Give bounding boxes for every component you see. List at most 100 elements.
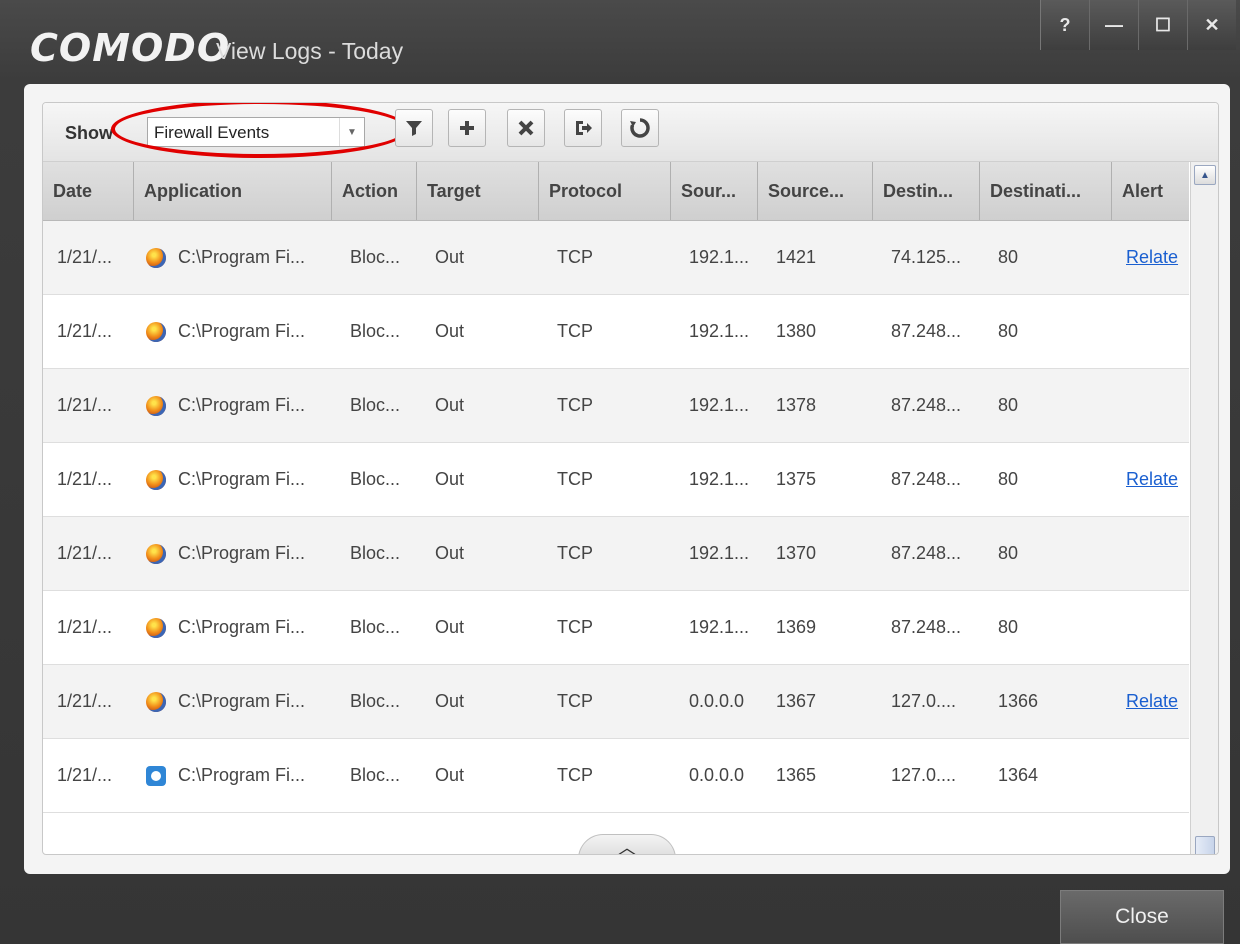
cell-source-ip: 192.1... <box>671 517 758 590</box>
cell-source-ip: 192.1... <box>671 295 758 368</box>
column-header-application[interactable]: Application <box>134 162 332 220</box>
cell-source-port: 1369 <box>758 591 873 664</box>
cell-source-port: 1378 <box>758 369 873 442</box>
cell-source-ip: 0.0.0.0 <box>671 739 758 812</box>
cell-destination-port: 80 <box>980 591 1112 664</box>
filter-button[interactable] <box>395 109 433 147</box>
cell-target: Out <box>417 443 539 516</box>
cell-target: Out <box>417 517 539 590</box>
cell-source-ip: 0.0.0.0 <box>671 665 758 738</box>
firefox-icon <box>146 321 166 342</box>
cell-source-port: 1370 <box>758 517 873 590</box>
cell-application: C:\Program Fi... <box>134 739 332 812</box>
cell-date-text: 1/21/... <box>57 765 113 785</box>
cell-source-ip-text: 192.1... <box>689 617 750 637</box>
cell-source-ip-text: 192.1... <box>689 469 750 489</box>
highlight-annotation <box>111 103 409 158</box>
cell-protocol: TCP <box>539 369 671 442</box>
refresh-button[interactable] <box>621 109 659 147</box>
cell-date: 1/21/... <box>43 295 134 368</box>
cell-source-ip: 192.1... <box>671 591 758 664</box>
cell-target: Out <box>417 665 539 738</box>
plus-icon <box>460 121 474 135</box>
cell-destination-ip: 87.248... <box>873 591 980 664</box>
cell-action-text: Bloc... <box>350 543 401 563</box>
column-header-destination-ip[interactable]: Destin... <box>873 162 980 220</box>
remove-button[interactable] <box>507 109 545 147</box>
column-header-target[interactable]: Target <box>417 162 539 220</box>
cell-destination-port: 80 <box>980 221 1112 294</box>
cell-application: C:\Program Fi... <box>134 221 332 294</box>
cell-destination-ip-text: 127.0.... <box>891 691 957 711</box>
table-row[interactable]: 1/21/... C:\Program Fi... Bloc... Out TCP 192… <box>43 443 1189 517</box>
column-header-action[interactable]: Action <box>332 162 417 220</box>
table-row[interactable]: 1/21/... C:\Program Fi... Bloc... Out TCP 192… <box>43 221 1189 295</box>
cell-alert <box>1112 295 1189 368</box>
related-alert-link[interactable]: Relate <box>1126 691 1178 712</box>
close-button[interactable]: Close <box>1060 890 1224 944</box>
view-logs-window: COMODO View Logs - Today ? — ☐ ✕ Show Fi… <box>0 0 1240 944</box>
add-button[interactable] <box>448 109 486 147</box>
minimize-button[interactable]: — <box>1089 0 1138 50</box>
table-row[interactable]: 1/21/... C:\Program Fi... Bloc... Out TCP 192… <box>43 295 1189 369</box>
cell-protocol-text: TCP <box>557 691 593 711</box>
column-header-source-ip[interactable]: Sour... <box>671 162 758 220</box>
cell-protocol-text: TCP <box>557 617 593 637</box>
column-header-destination-port[interactable]: Destinati... <box>980 162 1112 220</box>
cell-date-text: 1/21/... <box>57 247 113 267</box>
cell-date: 1/21/... <box>43 369 134 442</box>
cell-source-ip-text: 192.1... <box>689 247 750 267</box>
cell-source-port-text: 1369 <box>776 617 817 637</box>
column-header-protocol[interactable]: Protocol <box>539 162 671 220</box>
export-button[interactable] <box>564 109 602 147</box>
cell-alert[interactable]: Relate <box>1112 221 1189 294</box>
cell-target-text: Out <box>435 469 465 489</box>
cell-protocol-text: TCP <box>557 247 593 267</box>
table-row[interactable]: 1/21/... C:\Program Fi... Bloc... Out TCP 192… <box>43 517 1189 591</box>
table-row[interactable]: 1/21/... C:\Program Fi... Bloc... Out TCP 192… <box>43 591 1189 665</box>
cell-date-text: 1/21/... <box>57 321 113 341</box>
table-row[interactable]: 1/21/... C:\Program Fi... Bloc... Out TCP 192… <box>43 369 1189 443</box>
cell-protocol: TCP <box>539 739 671 812</box>
close-window-button[interactable]: ✕ <box>1187 0 1236 50</box>
collapse-details-button[interactable]: ︿ <box>578 834 676 854</box>
cell-application-text: C:\Program Fi... <box>178 321 306 341</box>
cell-destination-ip: 74.125... <box>873 221 980 294</box>
related-alert-link[interactable]: Relate <box>1126 247 1178 268</box>
firefox-icon <box>146 395 166 416</box>
cell-alert[interactable]: Relate <box>1112 443 1189 516</box>
scroll-up-button[interactable]: ▲ <box>1194 165 1216 185</box>
cell-source-port-text: 1380 <box>776 321 817 341</box>
cell-date: 1/21/... <box>43 221 134 294</box>
cell-destination-port-text: 80 <box>998 469 1019 489</box>
cell-source-port: 1375 <box>758 443 873 516</box>
column-header-date[interactable]: Date <box>43 162 134 220</box>
cell-source-port-text: 1421 <box>776 247 817 267</box>
cell-destination-ip: 87.248... <box>873 369 980 442</box>
cell-source-ip-text: 192.1... <box>689 543 750 563</box>
cell-source-port: 1367 <box>758 665 873 738</box>
cell-alert <box>1112 739 1189 812</box>
cell-alert[interactable]: Relate <box>1112 665 1189 738</box>
vertical-scrollbar[interactable]: ▲ ▼ <box>1190 162 1218 854</box>
cell-date-text: 1/21/... <box>57 543 113 563</box>
cell-destination-port-text: 1364 <box>998 765 1039 785</box>
maximize-button[interactable]: ☐ <box>1138 0 1187 50</box>
filter-icon <box>406 121 422 136</box>
column-header-source-port[interactable]: Source... <box>758 162 873 220</box>
cell-target-text: Out <box>435 691 465 711</box>
column-header-alert[interactable]: Alert <box>1112 162 1189 220</box>
scrollbar-thumb[interactable] <box>1195 836 1215 854</box>
help-button[interactable]: ? <box>1040 0 1089 50</box>
cell-action: Bloc... <box>332 739 417 812</box>
cell-destination-port-text: 80 <box>998 321 1019 341</box>
related-alert-link[interactable]: Relate <box>1126 469 1178 490</box>
cell-destination-ip: 87.248... <box>873 517 980 590</box>
cell-destination-port-text: 80 <box>998 543 1019 563</box>
cell-action-text: Bloc... <box>350 617 401 637</box>
cell-action-text: Bloc... <box>350 691 401 711</box>
cell-target: Out <box>417 591 539 664</box>
table-row[interactable]: 1/21/... C:\Program Fi... Bloc... Out TCP 0.0… <box>43 739 1189 813</box>
cell-application: C:\Program Fi... <box>134 443 332 516</box>
table-row[interactable]: 1/21/... C:\Program Fi... Bloc... Out TCP 0.0… <box>43 665 1189 739</box>
